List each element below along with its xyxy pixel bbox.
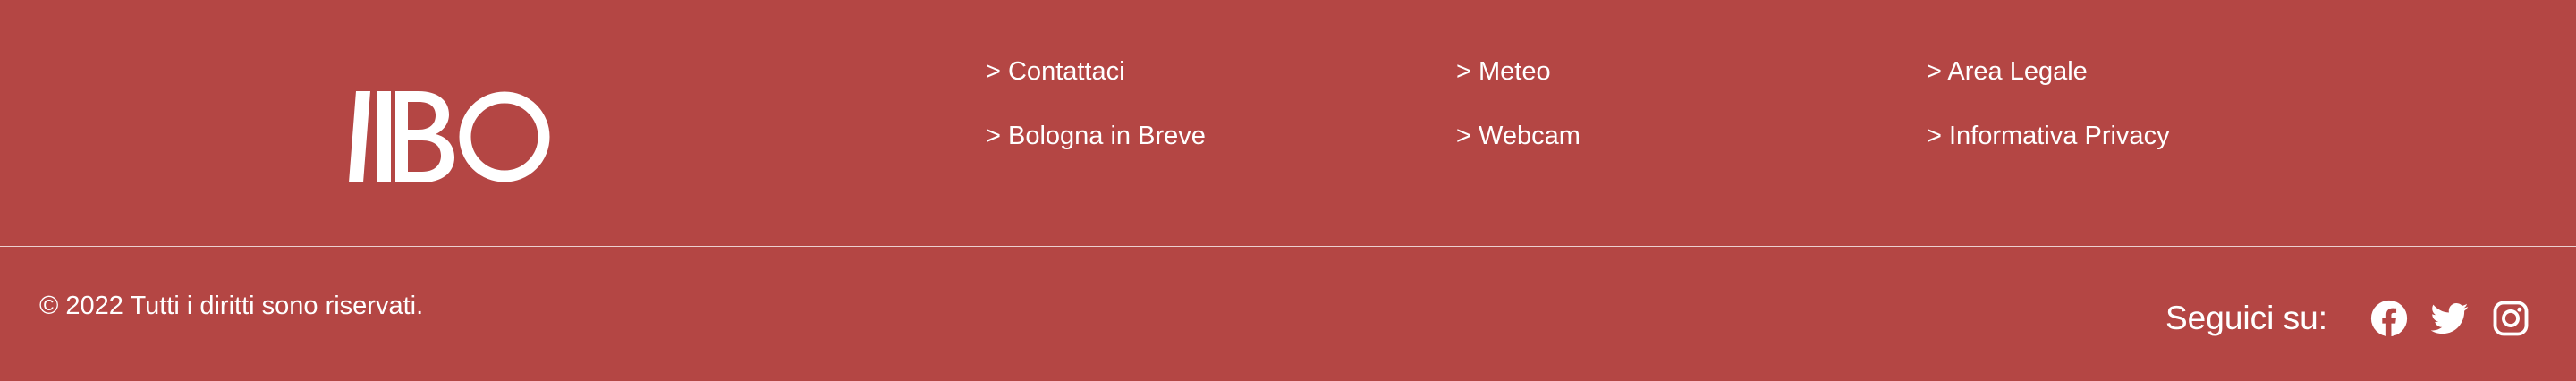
twitter-icon[interactable] bbox=[2431, 300, 2469, 337]
footer-links-column-3: > Area Legale > Informativa Privacy bbox=[1927, 54, 2170, 182]
copyright-text: © 2022 Tutti i diritti sono riservati. bbox=[39, 292, 424, 320]
link-bologna-in-breve[interactable]: > Bologna in Breve bbox=[986, 118, 1206, 154]
instagram-icon[interactable] bbox=[2492, 300, 2529, 337]
link-area-legale[interactable]: > Area Legale bbox=[1927, 54, 2170, 89]
social-label: Seguici su: bbox=[2165, 300, 2327, 336]
footer-links-column-2: > Meteo > Webcam bbox=[1456, 54, 1580, 182]
link-informativa-privacy[interactable]: > Informativa Privacy bbox=[1927, 118, 2170, 154]
footer-divider bbox=[0, 246, 2576, 247]
footer-links-column-1: > Contattaci > Bologna in Breve bbox=[986, 54, 1206, 182]
link-contattaci[interactable]: > Contattaci bbox=[986, 54, 1206, 89]
footer-links: > Contattaci > Bologna in Breve > Meteo … bbox=[0, 0, 2576, 247]
link-meteo[interactable]: > Meteo bbox=[1456, 54, 1580, 89]
link-webcam[interactable]: > Webcam bbox=[1456, 118, 1580, 154]
footer-top: > Contattaci > Bologna in Breve > Meteo … bbox=[0, 0, 2576, 247]
social-links: Seguici su: bbox=[2165, 295, 2529, 342]
site-footer: > Contattaci > Bologna in Breve > Meteo … bbox=[0, 0, 2576, 381]
facebook-icon[interactable] bbox=[2370, 300, 2408, 337]
